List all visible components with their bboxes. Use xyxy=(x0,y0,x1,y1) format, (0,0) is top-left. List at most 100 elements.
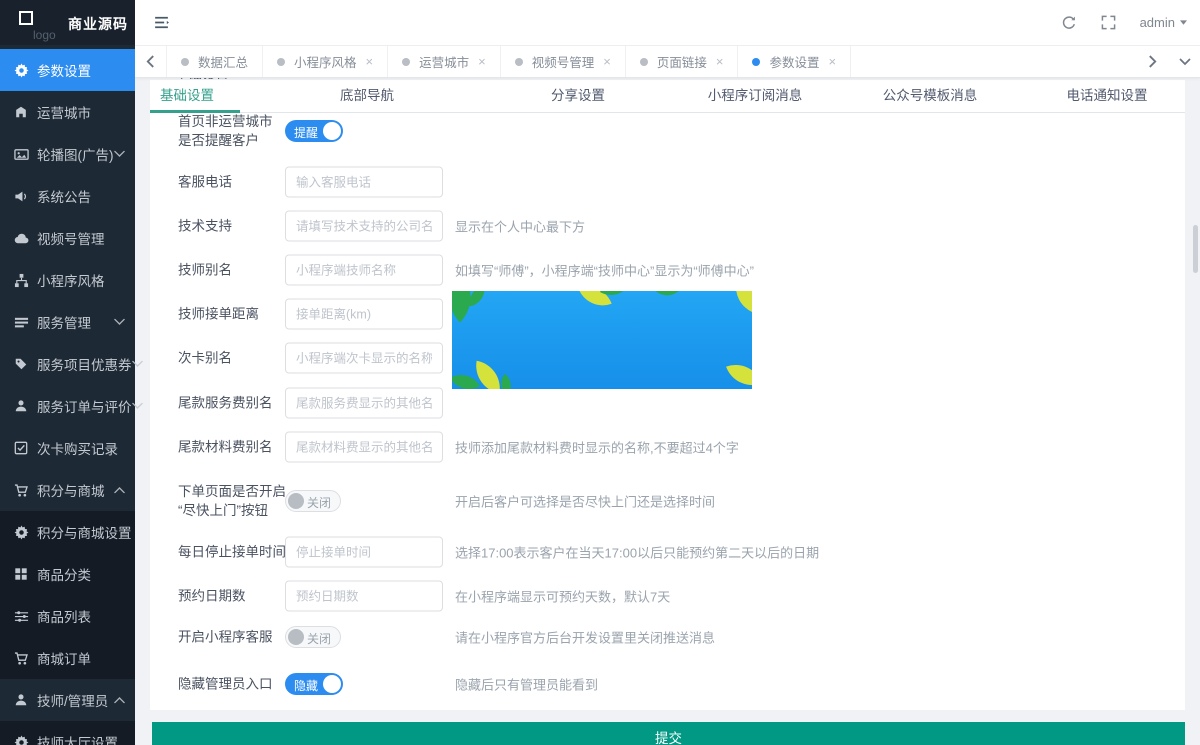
sidebar-item-label: 服务管理 xyxy=(37,312,91,332)
sliders-icon xyxy=(13,608,29,624)
page-tab-5[interactable]: 参数设置× xyxy=(738,46,851,77)
leaf-icon xyxy=(653,291,678,303)
field-help-text: 隐藏后只有管理员能看到 xyxy=(455,675,598,694)
text-input[interactable] xyxy=(285,211,443,242)
page-tab-1[interactable]: 小程序风格 × xyxy=(263,46,388,77)
sidebar-item-5[interactable]: 小程序风格 xyxy=(0,259,135,301)
toggle-knob xyxy=(288,493,304,509)
subtab-0[interactable]: 基础设置 xyxy=(160,80,214,112)
toggle-switch-off[interactable]: 关闭 xyxy=(285,490,341,512)
tab-label: 小程序风格 xyxy=(294,52,357,71)
tab-label: 视频号管理 xyxy=(532,52,595,71)
field-label: 下单页面是否开启“尽快上门”按钮 xyxy=(178,482,288,520)
tab-close-icon[interactable]: × xyxy=(366,55,374,68)
sidebar-item-14[interactable]: 商城订单 xyxy=(0,637,135,679)
tab-close-icon[interactable]: × xyxy=(478,55,486,68)
text-input[interactable] xyxy=(285,537,443,568)
tab-status-dot xyxy=(752,58,760,66)
field-label: 次卡别名 xyxy=(178,349,288,368)
app-title: 商业源码 xyxy=(68,14,128,34)
header: admin xyxy=(135,0,1200,46)
toggle-label: 关闭 xyxy=(307,494,331,511)
sidebar-item-13[interactable]: 商品列表 xyxy=(0,595,135,637)
tab-close-icon[interactable]: × xyxy=(828,55,836,68)
sidebar-item-16[interactable]: 技师大厅设置 xyxy=(0,721,135,745)
tab-close-icon[interactable]: × xyxy=(716,55,724,68)
sidebar-item-6[interactable]: 服务管理 xyxy=(0,301,135,343)
sidebar-item-label: 商品列表 xyxy=(37,606,91,626)
subtab-1[interactable]: 底部导航 xyxy=(340,80,394,112)
sidebar-item-label: 运营城市 xyxy=(37,102,91,122)
sidebar-item-8[interactable]: 服务订单与评价 xyxy=(0,385,135,427)
text-input[interactable] xyxy=(285,432,443,463)
toggle-label: 隐藏 xyxy=(294,677,318,694)
field-label: 尾款服务费别名 xyxy=(178,394,288,413)
sidebar-item-9[interactable]: 次卡购买记录 xyxy=(0,427,135,469)
cart-icon xyxy=(13,650,29,666)
sidebar-item-label: 积分与商城 xyxy=(37,480,105,500)
sidebar-item-3[interactable]: 系统公告 xyxy=(0,175,135,217)
sidebar-item-0[interactable]: 参数设置 xyxy=(0,49,135,91)
tabs-scroll-left-icon[interactable] xyxy=(135,46,167,77)
text-input[interactable] xyxy=(285,343,443,374)
coupon-icon xyxy=(13,356,29,372)
field-label: 预约日期数 xyxy=(178,587,288,606)
tab-status-dot xyxy=(402,58,410,66)
toggle-switch-off[interactable]: 关闭 xyxy=(285,626,341,648)
chevron-down-icon xyxy=(132,402,143,410)
page-tabbar: 数据汇总小程序风格×运营城市×视频号管理×页面链接×参数设置× xyxy=(135,46,1200,78)
text-input[interactable] xyxy=(285,167,443,198)
page-tab-2[interactable]: 运营城市× xyxy=(388,46,501,77)
header-actions: admin xyxy=(1061,0,1188,45)
field-label: 客服电话 xyxy=(178,173,288,192)
sidebar-item-1[interactable]: 运营城市 xyxy=(0,91,135,133)
subtab-3[interactable]: 小程序订阅消息 xyxy=(708,80,803,112)
sidebar-item-10[interactable]: 积分与商城 xyxy=(0,469,135,511)
sidebar-menu: 参数设置运营城市轮播图(广告) 系统公告视频号管理小程序风格服务管理服务项目优惠券… xyxy=(0,45,135,745)
sidebar-item-label: 次卡购买记录 xyxy=(37,438,118,458)
sidebar-item-15[interactable]: 技师/管理员 xyxy=(0,679,135,721)
sidebar-item-7[interactable]: 服务项目优惠券 xyxy=(0,343,135,385)
chevron-up-icon xyxy=(114,696,125,704)
text-input[interactable] xyxy=(285,388,443,419)
tab-close-icon[interactable]: × xyxy=(603,55,611,68)
sidebar-item-2[interactable]: 轮播图(广告) xyxy=(0,133,135,175)
caret-down-icon xyxy=(1179,19,1188,26)
scrollbar-thumb[interactable] xyxy=(1193,225,1198,273)
toggle-knob xyxy=(323,675,341,693)
collapse-menu-icon[interactable] xyxy=(153,14,170,36)
building-icon xyxy=(13,104,29,120)
text-input[interactable] xyxy=(285,581,443,612)
tab-status-dot xyxy=(277,58,285,66)
sidebar-item-label: 系统公告 xyxy=(37,186,91,206)
megaphone-icon xyxy=(13,188,29,204)
text-input[interactable] xyxy=(285,255,443,286)
subtab-5[interactable]: 电话通知设置 xyxy=(1067,80,1148,112)
subtab-4[interactable]: 公众号模板消息 xyxy=(883,80,978,112)
tabs-options-icon[interactable] xyxy=(1168,57,1200,66)
user-menu[interactable]: admin xyxy=(1140,15,1188,30)
tabs-scroll-right-icon[interactable] xyxy=(1136,55,1168,68)
toggle-switch-on[interactable]: 提醒 xyxy=(285,120,343,142)
check-square-icon xyxy=(13,440,29,456)
field-help-text: 技师添加尾款材料费时显示的名称,不要超过4个字 xyxy=(455,438,739,457)
sidebar-item-label: 轮播图(广告) xyxy=(37,144,114,164)
subtab-2[interactable]: 分享设置 xyxy=(551,80,605,112)
submit-button[interactable]: 提交 xyxy=(152,722,1185,745)
sidebar-item-4[interactable]: 视频号管理 xyxy=(0,217,135,259)
submit-label: 提交 xyxy=(655,727,682,745)
page-tab-0[interactable]: 数据汇总 xyxy=(167,46,263,77)
sidebar-item-11[interactable]: 积分与商城设置 xyxy=(0,511,135,553)
field-label: 开启小程序客服 xyxy=(178,628,288,647)
refresh-icon[interactable] xyxy=(1061,15,1077,31)
logo-placeholder-icon xyxy=(19,11,33,25)
toggle-knob xyxy=(288,629,304,645)
field-help-text: 在小程序端显示可预约天数，默认7天 xyxy=(455,587,670,606)
sidebar-item-12[interactable]: 商品分类 xyxy=(0,553,135,595)
fullscreen-icon[interactable] xyxy=(1101,15,1116,30)
text-input[interactable] xyxy=(285,299,443,330)
page-tab-4[interactable]: 页面链接× xyxy=(626,46,739,77)
page-tab-3[interactable]: 视频号管理 × xyxy=(501,46,626,77)
toggle-switch-on[interactable]: 隐藏 xyxy=(285,673,343,695)
tab-controls xyxy=(1136,46,1200,77)
